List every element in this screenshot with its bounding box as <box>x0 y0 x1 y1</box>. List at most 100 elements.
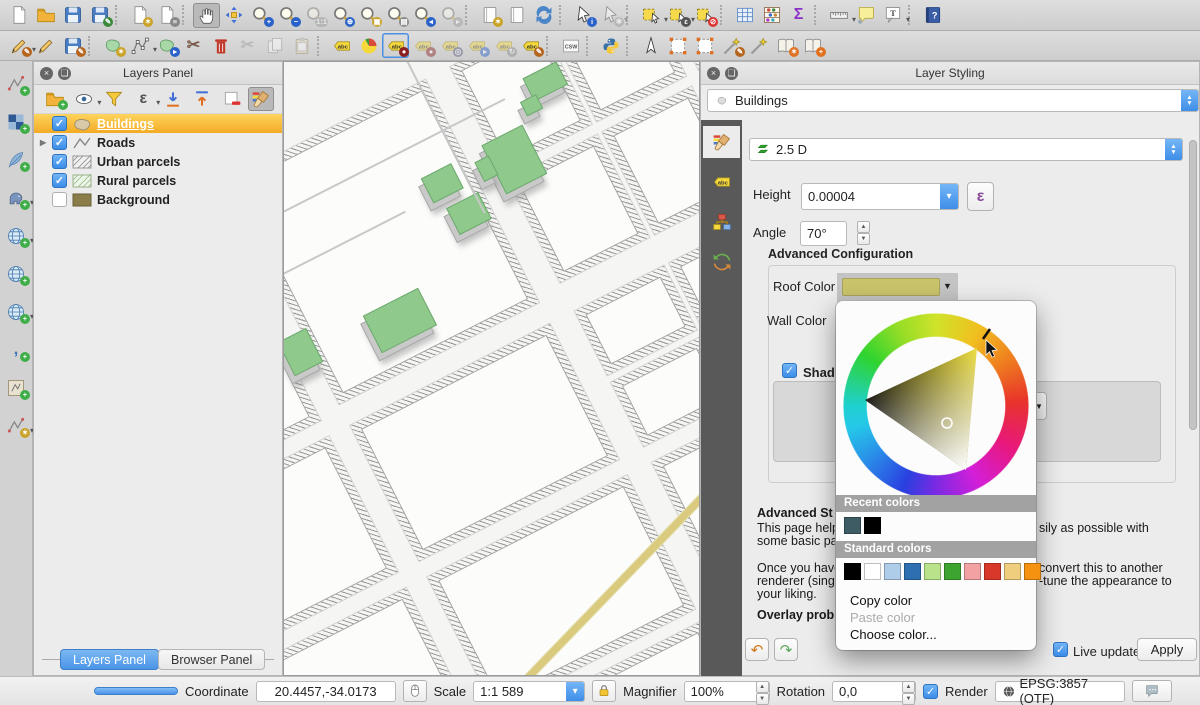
layer-row-buildings[interactable]: ✓Buildings <box>34 114 282 133</box>
standard-color-swatch[interactable] <box>924 563 941 580</box>
close-panel-icon[interactable]: × <box>40 67 53 80</box>
map-canvas[interactable] <box>283 61 700 676</box>
deselect-all-button[interactable]: ⊘ <box>691 3 718 28</box>
magnifier-input[interactable]: 100% ▲▼ <box>684 681 770 702</box>
styling-tab-symbology[interactable] <box>703 126 740 158</box>
expand-all-button[interactable] <box>160 87 186 111</box>
lock-scale-icon[interactable] <box>592 680 616 702</box>
live-update-checkbox[interactable]: ✓ <box>1053 642 1068 657</box>
standard-color-swatch[interactable] <box>984 563 1001 580</box>
standard-color-swatch[interactable] <box>864 563 881 580</box>
save-project-as-button[interactable]: ✎ <box>86 3 113 28</box>
zoom-to-layer-button[interactable]: ▤ <box>382 3 409 28</box>
layer-visibility-checkbox[interactable]: ✓ <box>52 116 67 131</box>
remove-layer-button[interactable] <box>219 87 245 111</box>
current-edits-button[interactable]: ✎▾ <box>5 33 32 58</box>
open-attribute-table-button[interactable] <box>731 3 758 28</box>
angle-stepper[interactable]: ▲▼ <box>857 221 870 245</box>
rotate-label-button[interactable]: ↻ <box>490 33 517 58</box>
statistical-summary-button[interactable] <box>758 3 785 28</box>
saturation-value-triangle[interactable] <box>843 313 1029 499</box>
add-feature-button[interactable]: ✶ <box>99 33 126 58</box>
add-group-button[interactable]: + <box>42 87 68 111</box>
standard-color-swatch[interactable] <box>1004 563 1021 580</box>
select-features-button[interactable]: ▾ <box>637 3 664 28</box>
render-checkbox[interactable]: ✓ <box>923 684 938 699</box>
change-label-button[interactable]: ✎ <box>517 33 544 58</box>
layer-visibility-checkbox[interactable] <box>52 192 67 207</box>
move-feature-button[interactable]: ▸ <box>153 33 180 58</box>
new-shapefile-layer-button[interactable]: + <box>2 375 30 401</box>
node-tool-button[interactable]: ▾ <box>126 33 153 58</box>
identify-features-button[interactable]: i <box>570 3 597 28</box>
standard-color-swatch[interactable] <box>904 563 921 580</box>
help-button[interactable] <box>919 3 946 28</box>
angle-input[interactable]: 70° <box>800 221 847 246</box>
add-vector-layer-button[interactable]: + <box>2 71 30 97</box>
float-panel-icon[interactable]: ❏ <box>725 67 738 80</box>
composer-manager-button[interactable]: ≡ <box>153 3 180 28</box>
redo-style-button[interactable]: ↷ <box>774 638 798 661</box>
standard-color-swatch[interactable] <box>844 563 861 580</box>
new-print-composer-button[interactable]: ✶ <box>126 3 153 28</box>
add-oracle-layer-button[interactable]: +▾ <box>2 223 30 249</box>
shadow-checkbox[interactable]: ✓ <box>782 363 797 378</box>
recent-color-swatch[interactable] <box>864 517 881 534</box>
copy-features-button[interactable] <box>261 33 288 58</box>
new-bookmark-button[interactable]: ✶ <box>476 3 503 28</box>
crs-status-button[interactable]: EPSG:3857 (OTF) <box>995 681 1125 702</box>
layer-visibility-checkbox[interactable]: ✓ <box>52 173 67 188</box>
zoom-in-button[interactable]: + <box>247 3 274 28</box>
layer-select-combo[interactable]: Buildings ▲▼ <box>707 89 1199 112</box>
standard-color-swatch[interactable] <box>944 563 961 580</box>
rotation-input[interactable]: 0,0 ▲▼ <box>832 681 916 702</box>
layer-visibility-checkbox[interactable]: ✓ <box>52 154 67 169</box>
float-panel-icon[interactable]: ❏ <box>58 67 71 80</box>
cut-features-button[interactable]: ✂ <box>234 33 261 58</box>
delete-selected-button[interactable] <box>207 33 234 58</box>
layer-visibility-checkbox[interactable]: ✓ <box>52 135 67 150</box>
move-label-button[interactable]: ▸ <box>463 33 490 58</box>
open-styling-panel-button[interactable] <box>248 87 274 111</box>
layer-diagram-button[interactable] <box>355 33 382 58</box>
menu-item-choose-color[interactable]: Choose color... <box>850 627 937 642</box>
standard-color-swatch[interactable] <box>1024 563 1041 580</box>
styling-tab-labels[interactable] <box>703 166 740 198</box>
select-by-expression-button[interactable]: ε▾ <box>664 3 691 28</box>
height-dropdown-icon[interactable]: ▾ <box>940 184 958 209</box>
add-delimited-text-layer-button[interactable]: ,+ <box>2 337 30 363</box>
height-input[interactable]: 0.00004 ▾ <box>801 183 959 210</box>
copy-style-wand-button[interactable]: ✎ <box>718 33 745 58</box>
save-layer-edits-button[interactable]: ✎ <box>59 33 86 58</box>
highlight-pinned-labels-button[interactable]: ● <box>382 33 409 58</box>
open-project-button[interactable] <box>32 3 59 28</box>
new-memory-layer-button[interactable]: ✶▾ <box>2 413 30 439</box>
map-tips-button[interactable] <box>852 3 879 28</box>
layer-row-roads[interactable]: ▶✓Roads <box>34 133 282 152</box>
zoom-next-button[interactable]: ▸ <box>436 3 463 28</box>
python-console-button[interactable] <box>597 33 624 58</box>
close-panel-icon[interactable]: × <box>707 67 720 80</box>
style-manager-button[interactable]: ✶ <box>772 33 799 58</box>
tab-layers-panel[interactable]: Layers Panel <box>60 649 159 670</box>
annotation-arrow-button[interactable] <box>637 33 664 58</box>
pin-unpin-labels-button[interactable]: ● <box>409 33 436 58</box>
standard-color-swatch[interactable] <box>884 563 901 580</box>
renderer-combo[interactable]: 2.5 D ▲▼ <box>749 138 1183 161</box>
add-postgis-layer-button[interactable]: +▾ <box>2 185 30 211</box>
apply-button[interactable]: Apply <box>1137 638 1197 661</box>
measure-button[interactable]: ▾ <box>825 3 852 28</box>
run-feature-action-button[interactable]: ✱▾ <box>597 3 624 28</box>
zoom-to-selection-button[interactable]: ▣ <box>355 3 382 28</box>
pan-map-button[interactable] <box>193 3 220 28</box>
new-project-button[interactable] <box>5 3 32 28</box>
apply-style-wand-button[interactable] <box>745 33 772 58</box>
show-bookmarks-button[interactable] <box>503 3 530 28</box>
styling-tab-diagrams[interactable] <box>703 206 740 238</box>
filter-legend-expression-button[interactable]: ε▾ <box>130 87 156 111</box>
pan-to-selection-button[interactable] <box>220 3 247 28</box>
magnifier-stepper[interactable]: ▲▼ <box>756 681 769 702</box>
layer-row-background[interactable]: Background <box>34 190 282 209</box>
select-by-rectangle-button[interactable] <box>664 33 691 58</box>
zoom-out-button[interactable]: − <box>274 3 301 28</box>
